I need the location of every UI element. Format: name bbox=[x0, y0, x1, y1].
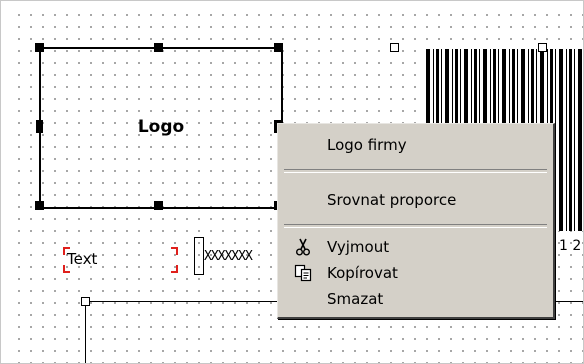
resize-handle-bottom-left[interactable] bbox=[35, 201, 44, 210]
placeholder-field-pattern[interactable]: XXXXXXX bbox=[204, 249, 284, 265]
resize-handle-top[interactable] bbox=[154, 43, 163, 52]
field-selection-marker[interactable] bbox=[194, 237, 204, 275]
logo-object-text: Logo bbox=[137, 117, 185, 137]
barcode-handle-top[interactable] bbox=[538, 43, 547, 52]
resize-handle-bottom[interactable] bbox=[154, 201, 163, 210]
menu-item-kopirovat[interactable]: Kopírovat bbox=[281, 261, 550, 285]
text-corner-top-right bbox=[171, 247, 178, 255]
resize-handle-left[interactable] bbox=[36, 120, 43, 133]
menu-item-label: Kopírovat bbox=[327, 264, 398, 282]
menu-item-srovnat-proporce[interactable]: Srovnat proporce bbox=[281, 188, 550, 212]
logo-object[interactable]: Logo bbox=[39, 47, 283, 209]
copy-icon bbox=[293, 263, 313, 283]
menu-separator bbox=[284, 224, 547, 228]
barcode-digits: 1 2 bbox=[559, 238, 582, 254]
menu-item-label: Srovnat proporce bbox=[327, 191, 457, 209]
text-corner-bottom-right bbox=[171, 265, 178, 273]
menu-item-label: Logo firmy bbox=[327, 136, 407, 154]
context-menu: Logo firmy Srovnat proporce Vyjmout Kopí… bbox=[277, 123, 555, 319]
menu-item-label: Smazat bbox=[327, 290, 384, 308]
menu-item-vyjmout[interactable]: Vyjmout bbox=[281, 235, 550, 259]
resize-handle-top-right[interactable] bbox=[274, 43, 283, 52]
line-handle[interactable] bbox=[81, 297, 90, 306]
line-object-vertical[interactable] bbox=[85, 301, 86, 363]
text-object[interactable]: Text bbox=[67, 250, 97, 268]
barcode-handle-top-left[interactable] bbox=[390, 43, 399, 52]
designer-canvas-frame: Logo 1 2 Text XXXXXXX Logo firmy Srovnat… bbox=[0, 0, 584, 364]
scissors-icon bbox=[293, 237, 313, 257]
menu-item-logo-firmy[interactable]: Logo firmy bbox=[281, 133, 550, 157]
menu-item-label: Vyjmout bbox=[327, 238, 390, 256]
menu-separator bbox=[284, 169, 547, 173]
menu-item-smazat[interactable]: Smazat bbox=[281, 287, 550, 311]
resize-handle-top-left[interactable] bbox=[35, 43, 44, 52]
